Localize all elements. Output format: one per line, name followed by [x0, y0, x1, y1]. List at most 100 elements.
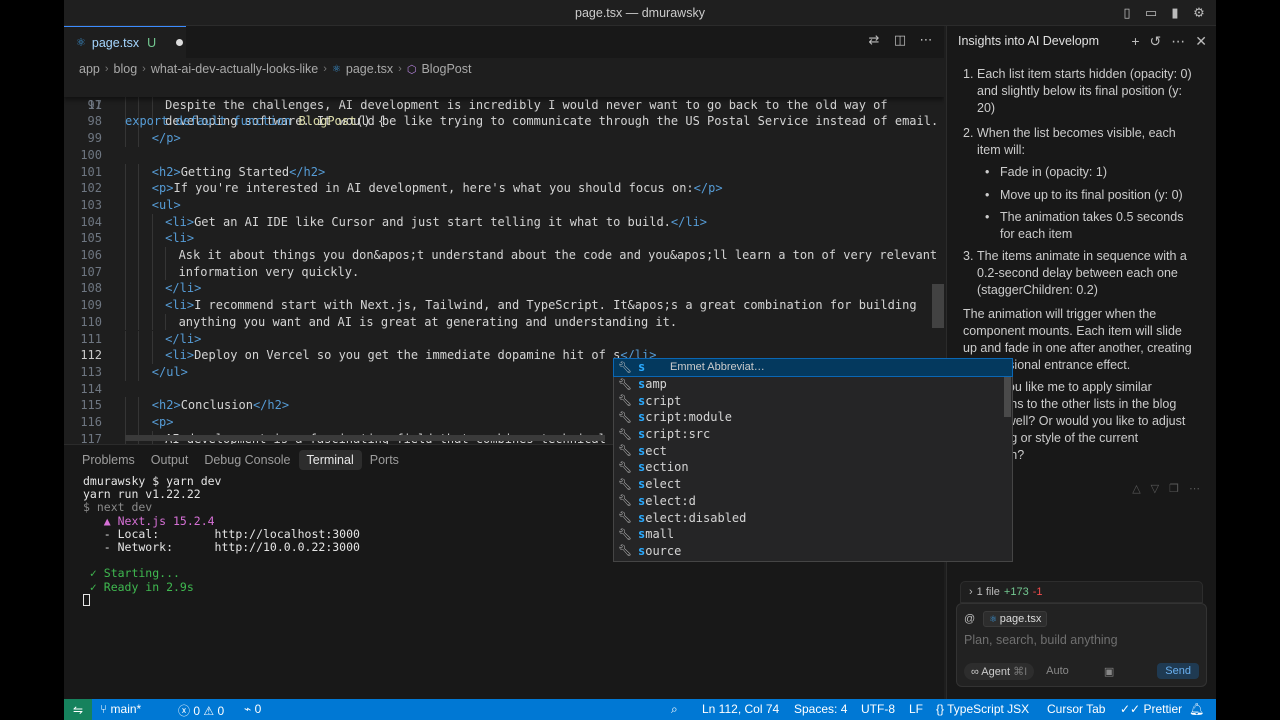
language-mode[interactable]: {} TypeScript JSX — [936, 702, 1029, 716]
suggestion-label: small — [638, 527, 674, 541]
toggle-secondary-sidebar-icon[interactable]: ▮ — [1166, 4, 1184, 22]
breadcrumb-app[interactable]: app — [79, 62, 100, 76]
infinity-icon: ∞ — [971, 665, 982, 678]
sticky-scroll-line[interactable]: 11 export default function BlogPost() { — [64, 80, 944, 128]
code-line[interactable]: 106 Ask it about things you don&apos;t un… — [64, 247, 944, 264]
suggestion-label: source — [638, 544, 681, 558]
item-text: Each list item starts hidden (opacity: 0… — [977, 67, 1192, 115]
agent-mode-button[interactable]: ∞ Agent ⌘I — [964, 662, 1035, 680]
cursor-tab-status[interactable]: Cursor Tab — [1047, 702, 1105, 716]
ports-status[interactable]: ⌁ 0 — [244, 702, 261, 716]
code-line[interactable]: 100 — [64, 147, 944, 164]
broadcast-icon: ⌁ — [244, 702, 255, 716]
indent-guide — [165, 247, 167, 264]
problems-status[interactable]: ⓧ 0 ⚠ 0 — [178, 702, 224, 719]
tab-terminal[interactable]: Terminal — [298, 450, 362, 470]
indent-guide — [138, 196, 140, 214]
chat-tab-title[interactable]: Insights into AI Developm — [958, 34, 1104, 48]
thumbs-up-icon[interactable]: △ — [1132, 482, 1140, 495]
code-line[interactable]: 99</p> — [64, 130, 944, 147]
code-line[interactable]: 97Despite the challenges, AI development… — [64, 96, 944, 114]
suggestion-item[interactable]: 🔧︎ small — [614, 526, 1012, 543]
tsx-file-icon: ⚛ — [989, 614, 1000, 624]
copy-icon[interactable]: ❐ — [1169, 482, 1179, 495]
context-file-chip[interactable]: ⚛ page.tsx — [983, 611, 1048, 627]
terminal-line: ✓ Starting... — [83, 566, 180, 581]
code-line[interactable]: 110 anything you want and AI is great at … — [64, 313, 944, 331]
suggestion-item[interactable]: 🔧︎ select:d — [614, 493, 1012, 510]
at-mention-icon[interactable]: @ — [964, 613, 975, 625]
suggestion-item[interactable]: 🔧︎ select:disabled — [614, 509, 1012, 526]
code-line[interactable]: 105 <li> — [64, 230, 944, 247]
indent-guide — [138, 280, 140, 298]
more-icon[interactable]: ⋯ — [1189, 482, 1200, 495]
code-line[interactable]: 111 </li> — [64, 330, 944, 348]
breadcrumb-folder[interactable]: what-ai-dev-actually-looks-like — [151, 62, 318, 76]
new-chat-icon[interactable]: + — [1131, 33, 1139, 50]
history-icon[interactable]: ↺ — [1150, 33, 1162, 50]
tab-ports[interactable]: Ports — [362, 450, 407, 470]
breadcrumb-blog[interactable]: blog — [114, 62, 138, 76]
notifications-bell-icon[interactable]: 🔔︎ — [1189, 702, 1204, 716]
unsaved-dot-icon[interactable] — [176, 39, 184, 46]
encoding[interactable]: UTF-8 — [861, 702, 895, 716]
toggle-panel-icon[interactable]: ▭ — [1142, 4, 1160, 22]
indentation[interactable]: Spaces: 4 — [794, 702, 847, 716]
vscode-window: page.tsx — dmurawsky ▯ ▭ ▮ ⚙ ⚛ page.tsx … — [64, 0, 1216, 720]
suggestion-item[interactable]: 🔧︎ script:module — [614, 409, 1012, 426]
html-tag: </li> — [165, 281, 202, 296]
line-endings[interactable]: LF — [909, 702, 923, 716]
function-name: BlogPost — [298, 114, 357, 129]
tab-page-tsx[interactable]: ⚛ page.tsx U — [64, 26, 186, 58]
remote-icon[interactable]: ⇋ — [64, 699, 92, 720]
chat-input[interactable]: Plan, search, build anything — [964, 633, 1118, 647]
code-line[interactable]: 104 <li>Get an AI IDE like Cursor and jus… — [64, 213, 944, 231]
suggestion-item[interactable]: 🔧︎ samp — [614, 376, 1012, 393]
tab-debug-console[interactable]: Debug Console — [196, 450, 298, 470]
code-line[interactable]: 102 <p>If you're interested in AI develop… — [64, 180, 944, 197]
vertical-scrollbar-thumb[interactable] — [932, 284, 944, 328]
tab-output[interactable]: Output — [143, 450, 197, 470]
zoom-icon[interactable]: ⌕ — [671, 702, 678, 717]
compare-changes-icon[interactable]: ⇄ — [866, 32, 882, 48]
model-select[interactable]: Auto — [1046, 665, 1069, 677]
branch-status[interactable]: ⑂ main* — [100, 702, 141, 716]
indent-guide — [151, 297, 153, 314]
more-icon[interactable]: ⋯ — [1171, 33, 1185, 50]
close-icon[interactable]: ✕ — [1195, 33, 1207, 50]
code-line[interactable]: 109 <li>I recommend start with Next.js, T… — [64, 297, 944, 314]
breadcrumb-file[interactable]: page.tsx — [346, 62, 393, 76]
changed-files-bar[interactable]: › 1 file +173 -1 — [960, 581, 1203, 603]
indent-guide — [125, 247, 126, 264]
suggestion-item[interactable]: 🔧︎ sect — [614, 442, 1012, 459]
suggestion-item[interactable]: 🔧︎ s Emmet Abbreviat… — [613, 358, 1013, 377]
line-number: 109 — [80, 298, 102, 313]
code-line[interactable]: 101 <h2>Getting Started</h2> — [64, 163, 944, 181]
tab-problems[interactable]: Problems — [74, 450, 143, 470]
suggestion-item[interactable]: 🔧︎ source — [614, 543, 1012, 560]
editor-tabs: ⚛ page.tsx U ⇄ ◫ ⋯ — [64, 26, 944, 58]
bullet-dot: • — [985, 188, 990, 202]
image-icon[interactable]: ▣ — [1104, 665, 1114, 678]
code-line[interactable]: 108 </li> — [64, 280, 944, 298]
prettier-status[interactable]: ✓✓ Prettier — [1120, 702, 1182, 716]
formatter-name: Prettier — [1143, 702, 1183, 716]
horizontal-scrollbar[interactable] — [125, 435, 605, 441]
thumbs-down-icon[interactable]: ▽ — [1151, 482, 1159, 495]
suggestion-item[interactable]: 🔧︎ select — [614, 476, 1012, 493]
more-actions-icon[interactable]: ⋯ — [918, 32, 934, 48]
suggestion-item[interactable]: 🔧︎ section — [614, 459, 1012, 476]
suggestion-item[interactable]: 🔧︎ script:src — [614, 426, 1012, 443]
split-editor-icon[interactable]: ◫ — [892, 32, 908, 48]
breadcrumb-symbol[interactable]: BlogPost — [421, 62, 471, 76]
toggle-primary-sidebar-icon[interactable]: ▯ — [1118, 4, 1136, 22]
html-tag: <p> — [151, 181, 174, 196]
send-button[interactable]: Send — [1157, 663, 1199, 679]
code-line[interactable]: 107 information very quickly. — [64, 263, 944, 281]
suggestion-item[interactable]: 🔧︎ script — [614, 392, 1012, 409]
terminal-prompt-line[interactable] — [83, 594, 360, 607]
cursor-position[interactable]: Ln 112, Col 74 — [702, 702, 779, 716]
code-line[interactable]: 103 <ul> — [64, 196, 944, 214]
terminal-output[interactable]: dmurawsky $ yarn dev yarn run v1.22.22 $ n… — [83, 474, 360, 607]
settings-gear-icon[interactable]: ⚙ — [1190, 4, 1208, 22]
